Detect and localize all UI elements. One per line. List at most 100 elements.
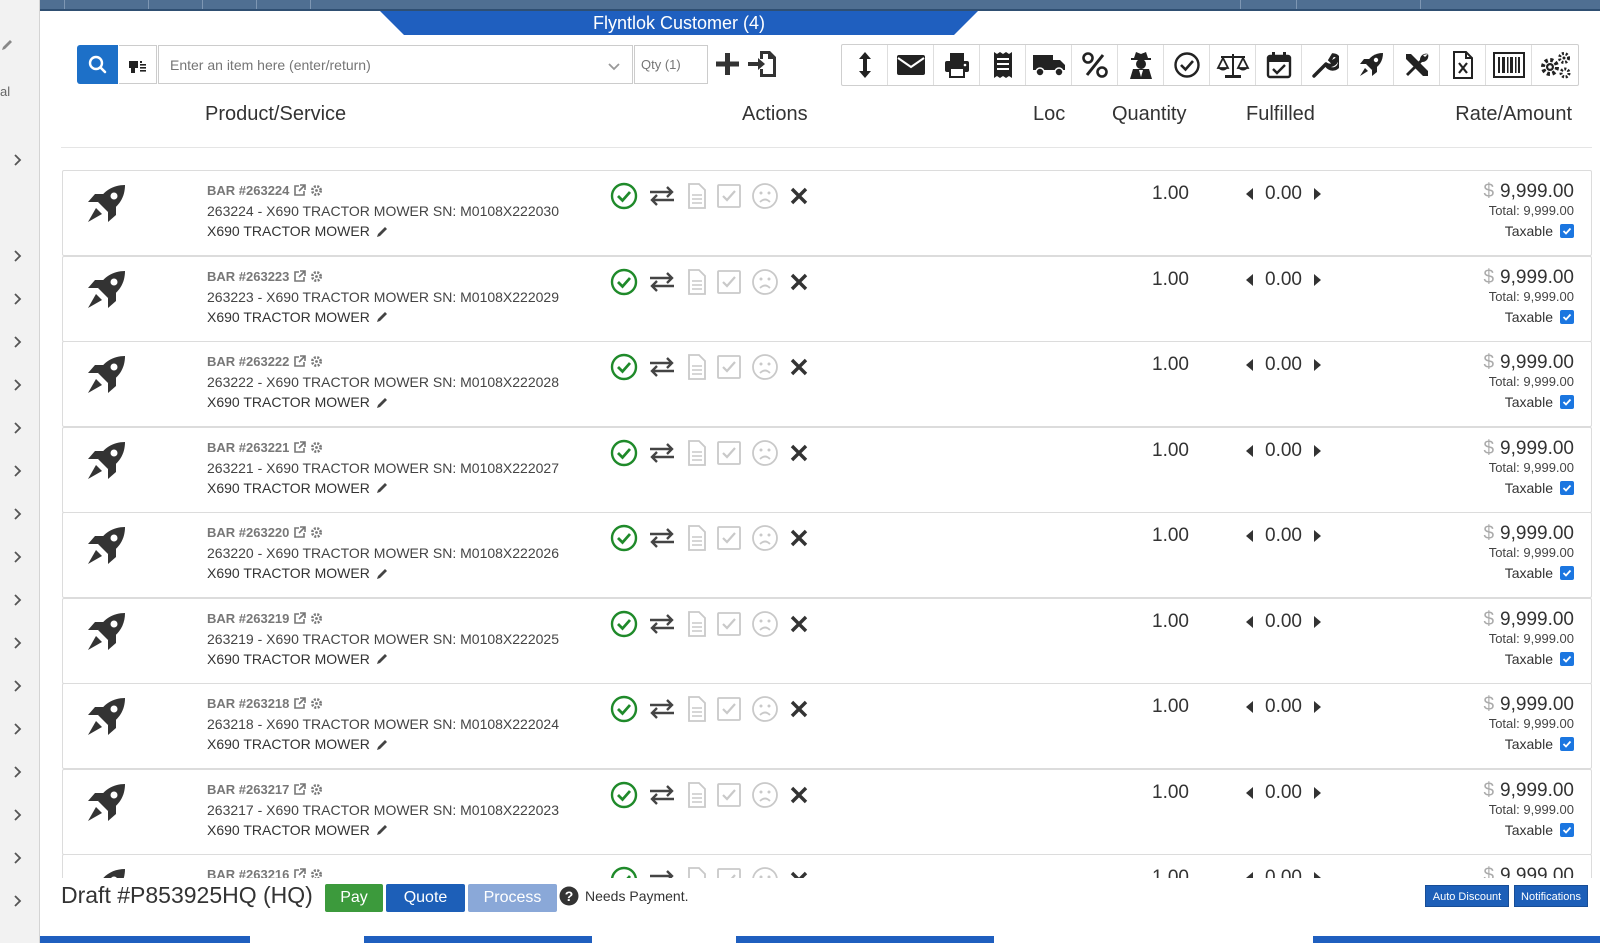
- gear-icon[interactable]: [310, 697, 323, 710]
- taxable-toggle[interactable]: Taxable: [1505, 651, 1574, 667]
- rate-amount[interactable]: $9,999.00: [1483, 865, 1574, 878]
- fulfilled-value[interactable]: 0.00: [1265, 782, 1302, 804]
- quantity-value[interactable]: 1.00: [1152, 354, 1189, 376]
- fulfilled-value[interactable]: 0.00: [1265, 269, 1302, 291]
- frown-icon[interactable]: [750, 865, 780, 878]
- gear-icon[interactable]: [310, 526, 323, 539]
- rate-amount[interactable]: $9,999.00: [1483, 694, 1574, 716]
- user-secret-icon[interactable]: [1118, 45, 1164, 85]
- remove-item-icon[interactable]: [784, 865, 814, 878]
- caret-left-icon[interactable]: [1246, 530, 1254, 542]
- rate-value[interactable]: 9,999.00: [1500, 181, 1574, 203]
- bar-number[interactable]: BAR #263221: [207, 440, 289, 455]
- rate-value[interactable]: 9,999.00: [1500, 609, 1574, 631]
- add-item-button[interactable]: [712, 47, 744, 81]
- taxable-checkbox[interactable]: [1560, 737, 1574, 751]
- barcode-scan-button[interactable]: [119, 45, 157, 84]
- external-link-icon[interactable]: [293, 269, 307, 283]
- chevron-down-icon[interactable]: [604, 56, 624, 76]
- caret-right-icon[interactable]: [1313, 530, 1321, 542]
- sidebar-expand-chevron-icon[interactable]: [7, 150, 27, 170]
- external-link-icon[interactable]: [293, 782, 307, 796]
- transfer-icon[interactable]: [647, 438, 677, 468]
- rate-amount[interactable]: $9,999.00: [1483, 780, 1574, 802]
- mark-complete-icon[interactable]: [609, 865, 639, 878]
- quantity-value[interactable]: 1.00: [1152, 183, 1189, 205]
- gear-icon[interactable]: [310, 612, 323, 625]
- rate-value[interactable]: 9,999.00: [1500, 865, 1574, 878]
- mark-complete-icon[interactable]: [609, 609, 639, 639]
- quantity-value[interactable]: 1.00: [1152, 611, 1189, 633]
- checkbox-square-icon[interactable]: [714, 609, 744, 639]
- taxable-checkbox[interactable]: [1560, 480, 1574, 495]
- sidebar-expand-chevron-icon[interactable]: [7, 891, 27, 911]
- quantity-value[interactable]: 1.00: [1152, 696, 1189, 718]
- remove-item-icon[interactable]: [784, 523, 814, 553]
- envelope-icon[interactable]: [888, 45, 934, 85]
- document-icon[interactable]: [681, 780, 711, 810]
- transfer-icon[interactable]: [647, 352, 677, 382]
- mark-complete-icon[interactable]: [609, 780, 639, 810]
- gear-icon[interactable]: [310, 355, 323, 368]
- pencil-icon[interactable]: [376, 652, 389, 665]
- caret-right-icon[interactable]: [1313, 273, 1321, 286]
- remove-item-icon[interactable]: [784, 352, 814, 382]
- rate-value[interactable]: 9,999.00: [1500, 352, 1574, 374]
- transfer-icon[interactable]: [647, 267, 677, 297]
- import-icon[interactable]: [746, 47, 778, 81]
- checkbox-square-icon[interactable]: [714, 780, 744, 810]
- pencil-icon[interactable]: [376, 396, 389, 409]
- sort-vertical-icon[interactable]: [842, 45, 888, 85]
- remove-item-icon[interactable]: [784, 609, 814, 639]
- rate-value[interactable]: 9,999.00: [1500, 694, 1574, 716]
- mark-complete-icon[interactable]: [609, 181, 639, 211]
- rocket-icon[interactable]: [1348, 45, 1394, 85]
- external-link-icon[interactable]: [293, 868, 307, 878]
- taxable-checkbox[interactable]: [1560, 395, 1574, 409]
- rate-amount[interactable]: $9,999.00: [1483, 609, 1574, 631]
- taxable-toggle[interactable]: Taxable: [1505, 223, 1574, 239]
- gear-icon[interactable]: [310, 270, 323, 283]
- rate-amount[interactable]: $9,999.00: [1483, 181, 1574, 203]
- checkbox-square-icon[interactable]: [714, 694, 744, 724]
- bar-number[interactable]: BAR #263217: [207, 782, 289, 797]
- document-icon[interactable]: [681, 181, 711, 211]
- edit-icon[interactable]: [0, 38, 14, 58]
- wrench-icon[interactable]: [1302, 45, 1348, 85]
- sidebar-expand-chevron-icon[interactable]: [7, 547, 27, 567]
- sidebar-expand-chevron-icon[interactable]: [7, 762, 27, 782]
- line-item-row[interactable]: BAR #263224 263224 - X690 TRACTOR MOWER S…: [62, 170, 1592, 256]
- bottom-tab-payment[interactable]: [736, 936, 994, 943]
- document-icon[interactable]: [681, 438, 711, 468]
- taxable-checkbox[interactable]: [1560, 651, 1574, 666]
- remove-item-icon[interactable]: [784, 780, 814, 810]
- bottom-tab-details[interactable]: [364, 936, 592, 943]
- sidebar-expand-chevron-icon[interactable]: [7, 418, 27, 438]
- bar-number[interactable]: BAR #263219: [207, 611, 289, 626]
- document-icon[interactable]: [681, 609, 711, 639]
- frown-icon[interactable]: [750, 181, 780, 211]
- mark-complete-icon[interactable]: [609, 438, 639, 468]
- line-item-row[interactable]: BAR #263218 263218 - X690 TRACTOR MOWER S…: [62, 683, 1592, 769]
- remove-item-icon[interactable]: [784, 181, 814, 211]
- checkbox-square-icon[interactable]: [714, 352, 744, 382]
- quote-button[interactable]: Quote: [386, 884, 465, 912]
- gear-icon[interactable]: [310, 783, 323, 796]
- sidebar-expand-chevron-icon[interactable]: [7, 504, 27, 524]
- bar-number[interactable]: BAR #263223: [207, 269, 289, 284]
- transfer-icon[interactable]: [647, 694, 677, 724]
- checkbox-square-icon[interactable]: [714, 438, 744, 468]
- sidebar-expand-chevron-icon[interactable]: [7, 332, 27, 352]
- quantity-value[interactable]: 1.00: [1152, 782, 1189, 804]
- taxable-checkbox[interactable]: [1560, 309, 1574, 324]
- printer-icon[interactable]: [934, 45, 980, 85]
- quantity-value[interactable]: 1.00: [1152, 440, 1189, 462]
- balance-scale-icon[interactable]: [1210, 45, 1256, 85]
- document-icon[interactable]: [681, 865, 711, 878]
- rate-amount[interactable]: $9,999.00: [1483, 267, 1574, 289]
- quantity-input[interactable]: [634, 45, 708, 84]
- caret-right-icon[interactable]: [1313, 786, 1321, 799]
- taxable-toggle[interactable]: Taxable: [1505, 394, 1574, 410]
- transfer-icon[interactable]: [647, 780, 677, 810]
- pencil-icon[interactable]: [376, 481, 389, 494]
